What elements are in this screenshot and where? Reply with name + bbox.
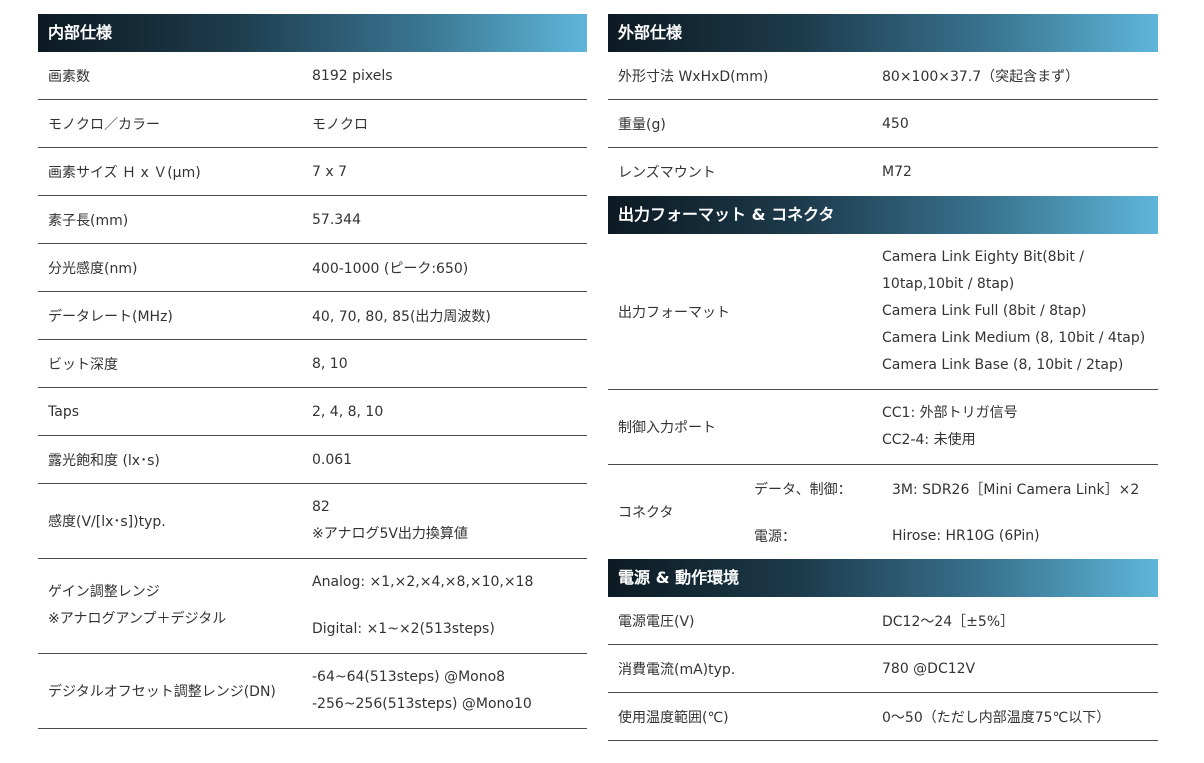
spec-label: レンズマウント: [618, 165, 716, 181]
spec-value: 0～50（ただし内部温度75℃以下）: [882, 709, 1111, 726]
spec-row: 素子長(mm) 57.344: [38, 196, 587, 244]
spec-value: 80×100×37.7（突起含まず）: [882, 68, 1080, 85]
spec-value: モノクロ: [312, 116, 368, 133]
spec-row: データレート(MHz) 40, 70, 80, 85(出力周波数): [38, 292, 587, 340]
spec-value-line: 82: [312, 499, 330, 515]
connector-value: Hirose: HR10G (6Pin): [892, 527, 1040, 544]
spec-row: ゲイン調整レンジ ※アナログアンプ＋デジタル Analog: ×1,×2,×4,…: [38, 559, 587, 654]
spec-label: 画素数: [48, 68, 90, 85]
spec-value: 2, 4, 8, 10: [312, 403, 384, 420]
spec-value-line: Camera Link Base (8, 10bit / 2tap): [882, 357, 1124, 373]
internal-spec-section: 内部仕様 画素数 8192 pixels モノクロ／カラー モノクロ 画素サイズ…: [38, 14, 587, 729]
spec-label: 感度(V/[lx･s])typ.: [48, 514, 166, 530]
spec-row: 露光飽和度 (lx･s) 0.061: [38, 436, 587, 484]
power-env-header: 電源 & 動作環境: [608, 559, 1158, 597]
connector-sublabel: データ、制御：: [754, 481, 852, 498]
external-spec-header: 外部仕様: [608, 14, 1158, 52]
spec-row: 使用温度範囲(℃) 0～50（ただし内部温度75℃以下）: [608, 693, 1158, 741]
spec-value: CC1: 外部トリガ信号 CC2-4: 未使用: [882, 400, 1018, 454]
connector-line: 電源： Hirose: HR10G (6Pin): [754, 512, 1158, 559]
spec-value-line: CC1: 外部トリガ信号: [882, 405, 1018, 421]
right-spec-column: 外部仕様 外形寸法 WxHxD(mm) 80×100×37.7（突起含まず） 重…: [608, 14, 1158, 741]
spec-value: 57.344: [312, 211, 361, 228]
spec-row: Taps 2, 4, 8, 10: [38, 388, 587, 436]
spec-row: レンズマウント M72: [608, 148, 1158, 196]
spec-value: M72: [882, 164, 912, 180]
spec-row: 電源電圧(V) DC12～24［±5%］: [608, 597, 1158, 645]
spec-value: 40, 70, 80, 85(出力周波数): [312, 308, 491, 325]
spec-label: データレート(MHz): [48, 308, 173, 325]
connector-row: コネクタ データ、制御： 3M: SDR26［Mini Camera Link］…: [608, 465, 1158, 559]
spec-row: 外形寸法 WxHxD(mm) 80×100×37.7（突起含まず）: [608, 52, 1158, 100]
spec-value: 400-1000 (ピーク:650): [312, 260, 469, 277]
spec-value: 7 x 7: [312, 163, 347, 180]
spec-row: ビット深度 8, 10: [38, 340, 587, 388]
spec-value: DC12～24［±5%］: [882, 613, 1015, 630]
spec-label: 素子長(mm): [48, 212, 129, 229]
spec-label: 重量(g): [618, 116, 666, 133]
spec-row: 制御入力ポート CC1: 外部トリガ信号 CC2-4: 未使用: [608, 390, 1158, 465]
spec-value-line: CC2-4: 未使用: [882, 432, 976, 448]
spec-value: Analog: ×1,×2,×4,×8,×10,×18 Digital: ×1~…: [312, 569, 533, 643]
spec-value-line: Digital: ×1~×2(513steps): [312, 621, 495, 637]
spec-label-line: ※アナログアンプ＋デジタル: [48, 611, 227, 627]
spec-label: 電源電圧(V): [618, 613, 695, 630]
spec-value-gap: [312, 596, 533, 616]
spec-label: ゲイン調整レンジ ※アナログアンプ＋デジタル: [38, 579, 312, 633]
output-format-header: 出力フォーマット & コネクタ: [608, 196, 1158, 234]
spec-value: 82 ※アナログ5V出力換算値: [312, 494, 468, 548]
spec-row: 画素数 8192 pixels: [38, 52, 587, 100]
spec-label: ビット深度: [48, 356, 118, 373]
spec-label: 使用温度範囲(℃): [618, 709, 729, 726]
spec-row: モノクロ／カラー モノクロ: [38, 100, 587, 148]
spec-label: デジタルオフセット調整レンジ(DN): [48, 684, 276, 700]
spec-value-line: Camera Link Eighty Bit(8bit /: [882, 249, 1085, 265]
spec-row: 消費電流(mA)typ. 780 @DC12V: [608, 645, 1158, 693]
spec-value: Camera Link Eighty Bit(8bit / 10tap,10bi…: [882, 244, 1145, 379]
spec-label: 外形寸法 WxHxD(mm): [618, 68, 769, 85]
spec-value: 0.061: [312, 451, 353, 468]
spec-label: 露光飽和度 (lx･s): [48, 452, 160, 469]
connector-line: データ、制御： 3M: SDR26［Mini Camera Link］×2: [754, 465, 1158, 512]
spec-value-line: Camera Link Medium (8, 10bit / 4tap): [882, 330, 1146, 346]
spec-row: デジタルオフセット調整レンジ(DN) -64~64(513steps) @Mon…: [38, 654, 587, 729]
spec-value-line: 10tap,10bit / 8tap): [882, 276, 1015, 292]
spec-value-line: ※アナログ5V出力換算値: [312, 526, 468, 542]
spec-value-line: -256~256(513steps) @Mono10: [312, 696, 532, 712]
spec-label-line: ゲイン調整レンジ: [48, 584, 160, 600]
spec-label: 出力フォーマット: [618, 304, 730, 321]
spec-value: 780 @DC12V: [882, 660, 976, 677]
spec-row: 分光感度(nm) 400-1000 (ピーク:650): [38, 244, 587, 292]
internal-spec-header: 内部仕様: [38, 14, 587, 52]
spec-label: モノクロ／カラー: [48, 116, 160, 133]
spec-label: 制御入力ポート: [618, 420, 716, 436]
spec-value-line: -64~64(513steps) @Mono8: [312, 669, 506, 685]
spec-label: Taps: [48, 403, 79, 420]
spec-row: 画素サイズ Ｈ x Ｖ(μm) 7 x 7: [38, 148, 587, 196]
spec-row: 感度(V/[lx･s])typ. 82 ※アナログ5V出力換算値: [38, 484, 587, 559]
spec-value-line: Camera Link Full (8bit / 8tap): [882, 303, 1087, 319]
spec-label: 消費電流(mA)typ.: [618, 661, 736, 678]
connector-value: 3M: SDR26［Mini Camera Link］×2: [892, 481, 1140, 498]
connector-sublabel: 電源：: [754, 528, 796, 545]
spec-row: 重量(g) 450: [608, 100, 1158, 148]
connector-label: コネクタ: [618, 505, 674, 521]
spec-value: -64~64(513steps) @Mono8 -256~256(513step…: [312, 664, 532, 718]
spec-value: 8, 10: [312, 355, 348, 372]
spec-label: 画素サイズ Ｈ x Ｖ(μm): [48, 164, 201, 181]
spec-value-line: Analog: ×1,×2,×4,×8,×10,×18: [312, 574, 534, 590]
spec-label: 分光感度(nm): [48, 260, 138, 277]
spec-value: 450: [882, 115, 909, 132]
spec-row: 出力フォーマット Camera Link Eighty Bit(8bit / 1…: [608, 234, 1158, 390]
spec-value: 8192 pixels: [312, 67, 393, 84]
connector-details: データ、制御： 3M: SDR26［Mini Camera Link］×2 電源…: [754, 465, 1158, 559]
